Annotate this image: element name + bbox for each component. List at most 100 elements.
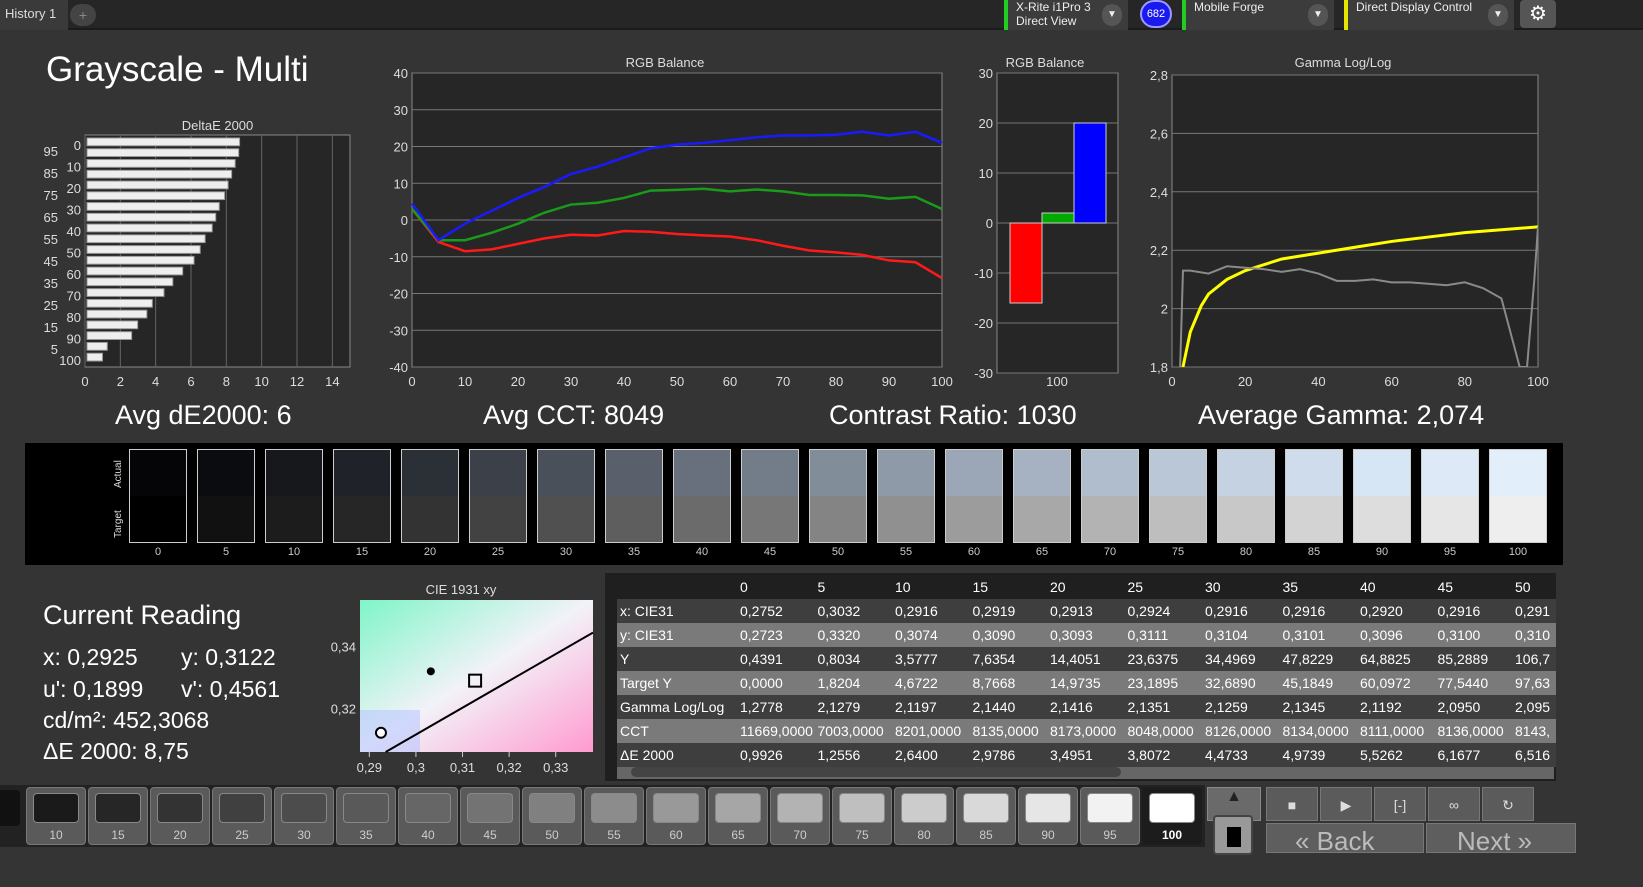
patch-label: 85 [979, 828, 993, 842]
target-color [334, 496, 390, 542]
patch-5[interactable] [0, 790, 20, 826]
table-cell: 8048,0000 [1127, 723, 1194, 739]
table-row: ΔE 2000 0,9926 1,2556 2,6400 2,9786 3,4951 3,8… [617, 743, 1556, 767]
y-tick-label: 65 [44, 210, 58, 225]
patch-25[interactable]: 25 [212, 787, 272, 845]
actual-color [1354, 450, 1410, 496]
play-button[interactable]: ▶ [1320, 787, 1372, 821]
patch-20[interactable]: 20 [150, 787, 210, 845]
x-tick-label: 40 [617, 374, 631, 389]
x-tick-label: 100 [931, 374, 953, 389]
table-cell: 6,1677 [1437, 747, 1481, 763]
table-row: Y 0,4391 0,8034 3,5777 7,6354 14,4051 23,6375 3… [617, 647, 1556, 671]
y-tick-label: 0 [74, 138, 81, 153]
swatch-15 [333, 449, 391, 543]
table-cell: 0,3320 [817, 627, 861, 643]
table-cell: 0,2752 [740, 603, 783, 619]
y-tick-label: -30 [389, 323, 408, 338]
y-tick-label: 15 [44, 320, 58, 335]
patch-30[interactable]: 30 [274, 787, 334, 845]
patch-10[interactable]: 10 [26, 787, 86, 845]
back-button[interactable]: « Back [1266, 823, 1424, 856]
target-color [946, 496, 1002, 542]
de-bar [86, 266, 184, 276]
patch-label: 100 [1161, 828, 1183, 842]
table-cell: 8135,0000 [972, 723, 1039, 739]
patch-label: 40 [421, 828, 435, 842]
y-tick-label: 95 [44, 144, 58, 159]
swatch-40 [673, 449, 731, 543]
table-row: y: CIE31 0,2723 0,3320 0,3074 0,3090 0,3093 0,… [617, 623, 1556, 647]
patch-90[interactable]: 90 [1018, 787, 1078, 845]
patch-65[interactable]: 65 [708, 787, 768, 845]
target-color [266, 496, 322, 542]
de-bar [86, 191, 226, 201]
table-cell: 7,6354 [972, 651, 1016, 667]
x-tick-label: 14 [325, 374, 339, 389]
de-bar [86, 352, 103, 362]
patch-95[interactable]: 95 [1080, 787, 1140, 845]
table-cell: 1,2778 [740, 699, 783, 715]
loop-button[interactable]: ∞ [1428, 787, 1480, 821]
patch-70[interactable]: 70 [770, 787, 830, 845]
patch-color [715, 793, 761, 823]
target-color [1354, 496, 1410, 542]
y-tick-label: -20 [974, 316, 993, 331]
x-tick-label: 20 [1238, 374, 1252, 389]
patch-75[interactable]: 75 [832, 787, 892, 845]
next-button[interactable]: Next » [1426, 823, 1576, 856]
patch-label: 80 [917, 828, 931, 842]
table-cell: 97,63 [1515, 675, 1551, 691]
patch-55[interactable]: 55 [584, 787, 644, 845]
table-cell: 40 [1360, 579, 1376, 595]
patch-85[interactable]: 85 [956, 787, 1016, 845]
patch-50[interactable]: 50 [522, 787, 582, 845]
table-cell: 8,7668 [972, 675, 1016, 691]
target-label: Target [113, 510, 124, 538]
table-cell: 0,2723 [740, 627, 783, 643]
actual-color [1422, 450, 1478, 496]
y-tick-label: 2,8 [1150, 68, 1168, 83]
stop-button[interactable]: ■ [1266, 787, 1318, 821]
patch-40[interactable]: 40 [398, 787, 458, 845]
table-cell: 11669,0000 [740, 723, 813, 739]
contrast-ratio-label: Contrast Ratio: 1030 [829, 400, 1077, 430]
patch-45[interactable]: 45 [460, 787, 520, 845]
patch-indicator[interactable] [1213, 815, 1253, 855]
table-cell: 30 [1205, 579, 1221, 595]
measure-button[interactable]: [-] [1374, 787, 1426, 821]
table-cell: 0,291 [1515, 603, 1551, 619]
table-cell: 0,2920 [1360, 603, 1403, 619]
table-cell: 0,3074 [895, 627, 938, 643]
chart-title: RGB Balance [626, 55, 705, 70]
x-tick-label: 4 [152, 374, 159, 389]
patch-color [963, 793, 1009, 823]
y-tick-label: 45 [44, 254, 58, 269]
swatch-70 [1081, 449, 1139, 543]
scrollbar-thumb[interactable] [631, 767, 1121, 777]
patch-35[interactable]: 35 [336, 787, 396, 845]
x-tick-label: 0 [1168, 374, 1175, 389]
target-color [1286, 496, 1342, 542]
patch-label: 55 [607, 828, 621, 842]
refresh-button[interactable]: ↻ [1482, 787, 1534, 821]
patch-100[interactable]: 100 [1142, 787, 1202, 845]
swatch-label: 15 [355, 546, 369, 558]
x-tick-label: 2 [117, 374, 124, 389]
table-cell: 2,6400 [895, 747, 938, 763]
actual-color [810, 450, 866, 496]
swatch-label: 35 [627, 546, 641, 558]
patch-15[interactable]: 15 [88, 787, 148, 845]
table-cell: 8143, [1515, 723, 1551, 739]
table-cell: 64,8825 [1360, 651, 1411, 667]
table-cell: 8134,0000 [1282, 723, 1349, 739]
patch-80[interactable]: 80 [894, 787, 954, 845]
patch-60[interactable]: 60 [646, 787, 706, 845]
table-cell: 23,1895 [1127, 675, 1179, 691]
x-tick-label: 20 [511, 374, 525, 389]
row-label: Y [620, 651, 630, 667]
table-cell: 45 [1437, 579, 1454, 595]
patch-label: 50 [545, 828, 559, 842]
horizontal-scrollbar[interactable] [617, 765, 1554, 779]
x-tick-label: 0,29 [357, 760, 382, 775]
